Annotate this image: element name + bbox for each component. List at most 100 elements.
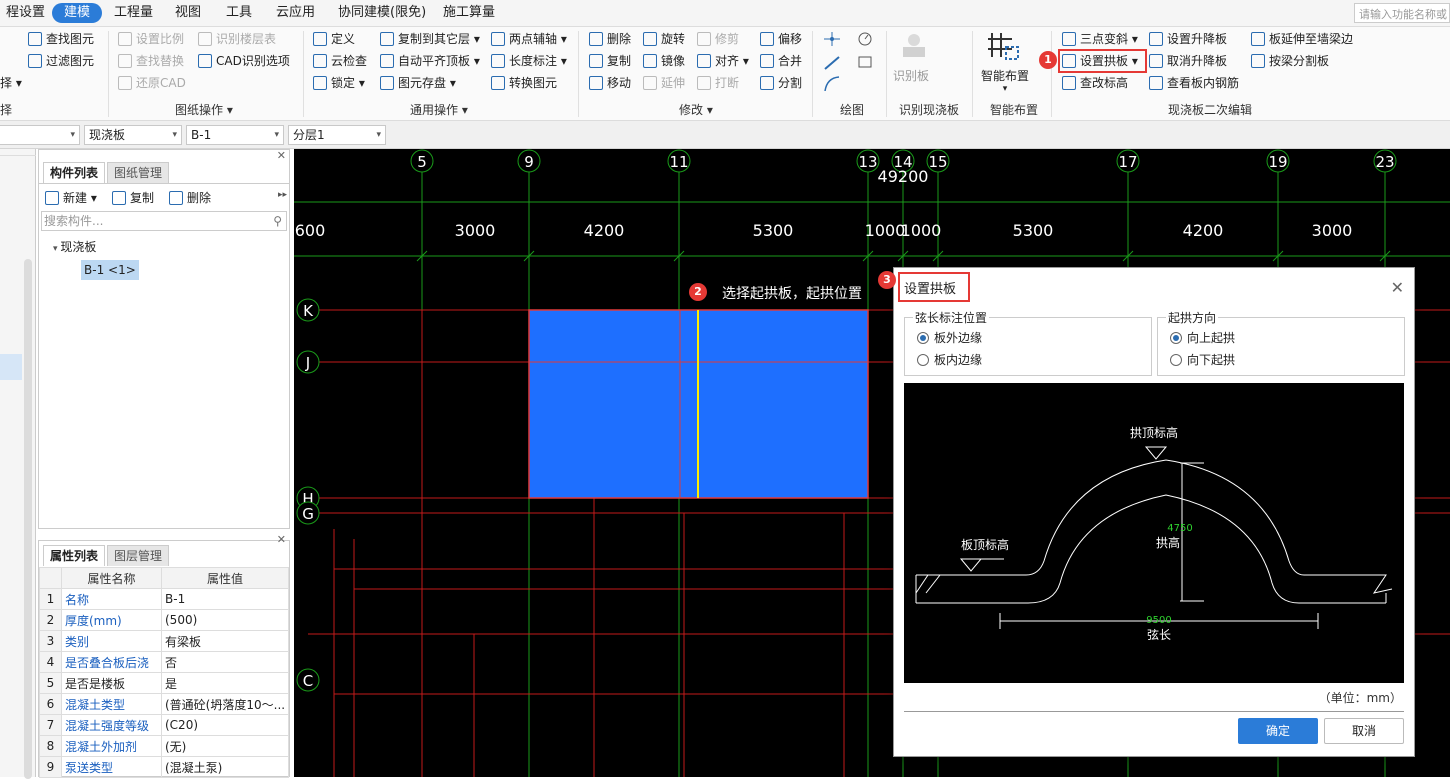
move-button[interactable]: 移动 [589,73,631,93]
define-button[interactable]: 定义 [313,29,355,49]
menu-collab[interactable]: 协同建模(限免) [332,3,432,23]
property-row[interactable]: 6 混凝土类型 (普通砼(坍落度10～... [39,693,289,715]
break-button[interactable]: 打断 [697,73,739,93]
radio-inner-edge[interactable]: 板内边缘 [917,351,982,368]
menu-modeling[interactable]: 建模 [52,3,103,23]
tab-component-list[interactable]: 构件列表 [43,162,106,183]
nav-item-selected[interactable] [0,354,22,380]
delete-component-button[interactable]: 删除 [169,188,211,208]
split-by-beam-button[interactable]: 按梁分割板 [1251,51,1329,71]
tree-root-slab[interactable]: ▾ 现浇板 [53,238,96,255]
line-icon[interactable] [824,56,840,70]
property-row[interactable]: 8 混凝土外加剂 (无) [39,735,289,757]
auto-align-slab-button[interactable]: 自动平齐顶板 ▾ [380,51,480,71]
floor-select[interactable]: ▾ [0,125,80,145]
copy-button[interactable]: 复制 [589,51,631,71]
set-raise-slab-button[interactable]: 设置升降板 [1149,29,1227,49]
dimension-value: 4200 [584,221,625,240]
convert-element-button[interactable]: 转换图元 [491,73,557,93]
property-row[interactable]: 7 混凝土强度等级 (C20) [39,714,289,736]
property-value[interactable]: (500) [161,609,289,631]
identify-floor-table-button[interactable]: 识别楼层表 [198,29,276,49]
close-icon[interactable]: ✕ [277,533,286,546]
property-value[interactable]: (普通砼(坍落度10～... [161,693,289,715]
trash-icon [589,32,603,46]
function-search-input[interactable]: 请输入功能名称或 [1354,3,1450,23]
property-row[interactable]: 1 名称 B-1 [39,588,289,610]
divider [1051,31,1052,117]
split-button[interactable]: 分割 [760,73,802,93]
delete-button[interactable]: 删除 [589,29,631,49]
tab-property-list[interactable]: 属性列表 [43,545,106,566]
rectangle-icon[interactable] [858,56,872,68]
set-scale-button[interactable]: 设置比例 [118,29,184,49]
element-save-button[interactable]: 图元存盘 ▾ [380,73,456,93]
ok-button[interactable]: 确定 [1238,718,1318,744]
menu-cloud[interactable]: 云应用 [270,3,321,23]
lock-button[interactable]: 锁定 ▾ [313,73,365,93]
save-icon [380,76,394,90]
scrollbar[interactable] [24,259,32,779]
mirror-button[interactable]: 镜像 [643,51,685,71]
menu-view[interactable]: 视图 [169,3,207,23]
filter-element-button[interactable]: 过滤图元 [28,51,94,71]
cad-options-button[interactable]: CAD识别选项 [198,51,290,71]
align-button[interactable]: 对齐 ▾ [697,51,749,71]
property-value[interactable]: 有梁板 [161,630,289,652]
smart-layout-button[interactable]: 智能布置 ▾ [981,67,1029,94]
property-value[interactable]: B-1 [161,588,289,610]
arc-icon[interactable] [824,76,840,92]
restore-cad-button[interactable]: 还原CAD [118,73,186,93]
tab-layer-manage[interactable]: 图层管理 [107,545,170,566]
length-dim-button[interactable]: 长度标注 ▾ [491,51,567,71]
cancel-button[interactable]: 取消 [1324,718,1404,744]
extend-button[interactable]: 延伸 [643,73,685,93]
menu-project-settings[interactable]: 程设置 [0,3,51,23]
three-point-slope-button[interactable]: 三点变斜 ▾ [1062,29,1138,49]
two-point-axis-button[interactable]: 两点辅轴 ▾ [491,29,567,49]
point-icon[interactable] [824,32,840,46]
property-value[interactable]: (无) [161,735,289,757]
property-row[interactable]: 4 是否叠合板后浇否 [39,651,289,673]
close-icon[interactable]: ✕ [1391,278,1404,297]
view-slab-rebar-button[interactable]: 查看板内钢筋 [1149,73,1239,93]
property-value[interactable]: (C20) [161,714,289,736]
rotate-button[interactable]: 旋转 [643,29,685,49]
cancel-raise-slab-button[interactable]: 取消升降板 [1149,51,1227,71]
element-name-select[interactable]: B-1 ▾ [186,125,284,145]
trim-button[interactable]: 修剪 [697,29,739,49]
radio-arch-up[interactable]: 向上起拱 [1170,329,1235,346]
copy-component-button[interactable]: 复制 [112,188,154,208]
menu-construction[interactable]: 施工算量 [437,3,501,23]
find-replace-button[interactable]: 查找替换 [118,51,184,71]
radio-outer-edge[interactable]: 板外边缘 [917,329,982,346]
tab-drawing-manage[interactable]: 图纸管理 [107,162,170,183]
more-icon[interactable]: ▸▸ [278,190,287,200]
layer-select[interactable]: 分层1 ▾ [288,125,386,145]
copy-to-floor-button[interactable]: 复制到其它层 ▾ [380,29,480,49]
check-elevation-button[interactable]: 查改标高 [1062,73,1128,93]
component-search-input[interactable]: 搜索构件... ⚲ [41,211,287,231]
extend-slab-to-beam-button[interactable]: 板延伸至墙梁边 [1251,29,1353,49]
property-value[interactable]: 是 [161,672,289,694]
property-row[interactable]: 2 厚度(mm) (500) [39,609,289,631]
menu-quantity[interactable]: 工程量 [108,3,159,23]
property-row[interactable]: 5 是否是楼板是 [39,672,289,694]
tree-item-b1[interactable]: B-1 <1> [81,260,139,280]
offset-button[interactable]: 偏移 [760,29,802,49]
cloud-check-button[interactable]: 云检查 [313,51,367,71]
radio-arch-down[interactable]: 向下起拱 [1170,351,1235,368]
new-component-button[interactable]: 新建 ▾ [45,188,97,208]
element-type-select[interactable]: 现浇板 ▾ [84,125,182,145]
property-value[interactable]: (混凝土泵) [161,756,289,778]
menu-tools[interactable]: 工具 [220,3,258,23]
property-value[interactable]: 否 [161,651,289,673]
property-row[interactable]: 3 类别 有梁板 [39,630,289,652]
close-icon[interactable]: ✕ [277,149,286,162]
select-dropdown[interactable]: 择 ▾ [0,73,22,93]
identify-slab-button[interactable]: 识别板 [893,67,929,84]
find-element-button[interactable]: 查找图元 [28,29,94,49]
property-row[interactable]: 9 泵送类型 (混凝土泵) [39,756,289,778]
merge-button[interactable]: 合并 [760,51,802,71]
circle-point-icon[interactable] [858,32,872,46]
